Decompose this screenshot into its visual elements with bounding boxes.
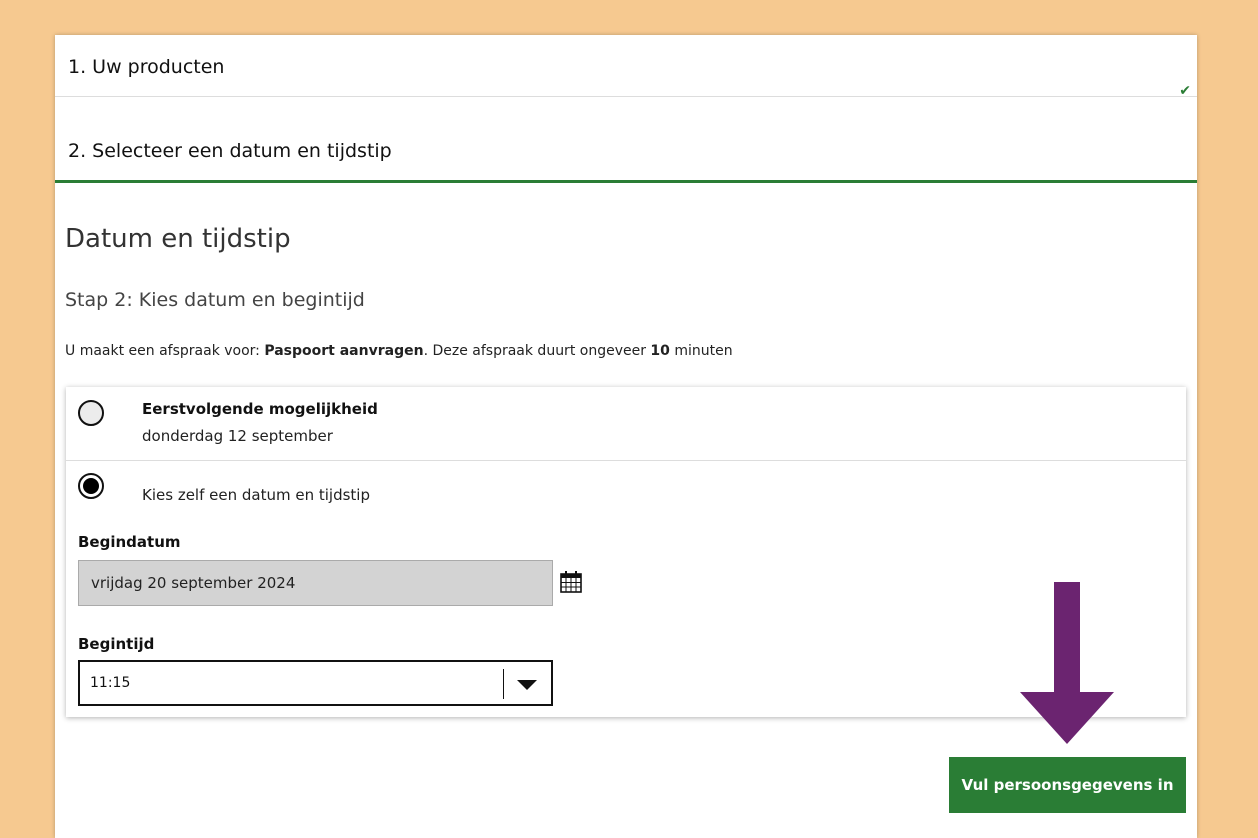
info-product: Paspoort aanvragen [264, 343, 424, 359]
info-middle: . Deze afspraak duurt ongeveer [423, 343, 651, 359]
start-time-value: 11:15 [90, 675, 131, 691]
info-prefix: U maakt een afspraak voor: [65, 343, 265, 359]
select-divider [503, 669, 504, 699]
page-title: Datum en tijdstip [65, 224, 291, 254]
radio-first-available[interactable] [78, 400, 104, 426]
info-suffix: minuten [669, 343, 733, 359]
first-available-title: Eerstvolgende mogelijkheid [142, 400, 378, 418]
page-subtitle: Stap 2: Kies datum en begintijd [65, 289, 365, 311]
start-time-select[interactable]: 11:15 [78, 660, 553, 706]
appointment-info: U maakt een afspraak voor: Paspoort aanv… [65, 343, 733, 359]
radio-custom-date[interactable] [78, 473, 104, 499]
step-2-label: 2. Selecteer een datum en tijdstip [68, 140, 392, 162]
step-1-label: 1. Uw producten [68, 56, 225, 78]
arrow-down-icon [1020, 582, 1114, 744]
option-first-available[interactable]: Eerstvolgende mogelijkheid donderdag 12 … [66, 387, 1186, 461]
fill-personal-details-button[interactable]: Vul persoonsgegevens in [949, 757, 1186, 813]
date-options-card: Eerstvolgende mogelijkheid donderdag 12 … [66, 387, 1186, 717]
chevron-down-icon[interactable] [517, 680, 537, 690]
step-1-header[interactable]: 1. Uw producten ✔ [55, 35, 1197, 99]
calendar-icon[interactable] [559, 570, 583, 594]
custom-date-label[interactable]: Kies zelf een datum en tijdstip [142, 486, 370, 504]
info-duration: 10 [650, 343, 670, 359]
start-date-label: Begindatum [78, 533, 181, 551]
first-available-date: donderdag 12 september [142, 427, 333, 445]
start-date-input[interactable]: vrijdag 20 september 2024 [78, 560, 553, 606]
step-2-header: 2. Selecteer een datum en tijdstip [55, 97, 1197, 183]
start-time-label: Begintijd [78, 635, 155, 653]
